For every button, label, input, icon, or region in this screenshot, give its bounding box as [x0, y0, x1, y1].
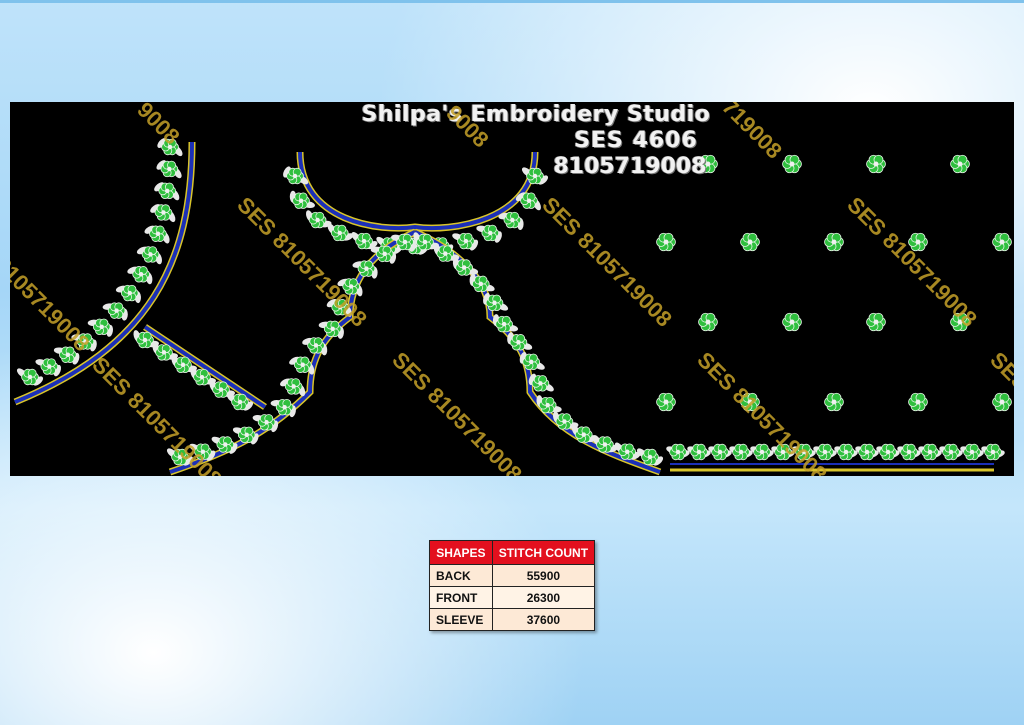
flower-motif	[520, 192, 538, 209]
flower-motif	[908, 392, 928, 412]
flower-motif	[457, 232, 475, 250]
flower-motif	[879, 443, 897, 461]
flower-motif	[155, 344, 173, 361]
flower-motif	[921, 443, 939, 461]
flower-motif	[455, 259, 473, 276]
flower-motif	[531, 375, 550, 392]
flower-motif	[21, 368, 39, 386]
flower-motif	[711, 443, 729, 461]
table-row: BACK 55900	[429, 564, 596, 587]
flower-motif	[481, 224, 500, 242]
flower-motif	[732, 443, 750, 461]
flower-motif	[963, 443, 981, 461]
flower-motif	[900, 443, 918, 461]
flower-motif	[782, 312, 802, 332]
flower-motif	[950, 154, 970, 174]
flower-motif	[237, 426, 256, 444]
flower-motif	[858, 443, 876, 461]
flower-motif	[669, 443, 687, 461]
flower-motif	[257, 414, 276, 431]
table-row: FRONT 26300	[429, 586, 596, 609]
flower-motif	[503, 211, 522, 229]
flower-motif	[984, 443, 1002, 461]
flower-motif	[120, 284, 139, 302]
flower-motif	[824, 232, 844, 252]
flower-motif	[618, 443, 637, 460]
flower-motif	[436, 245, 455, 262]
shapes-column-header: SHAPES	[429, 540, 493, 565]
flower-motif	[522, 353, 541, 371]
flower-motif	[509, 334, 528, 351]
flower-motif	[992, 232, 1012, 252]
flower-motif	[416, 233, 434, 251]
design-code: SES 4606	[574, 128, 698, 153]
flower-motif	[538, 396, 557, 414]
flower-motif	[136, 331, 154, 349]
stitch-count-column-header: STITCH COUNT	[491, 540, 596, 565]
table-header-row: SHAPES STITCH COUNT	[429, 540, 596, 565]
flower-motif	[231, 393, 249, 411]
flower-motif	[132, 266, 150, 283]
flower-motif	[357, 260, 376, 277]
flower-motif	[472, 275, 490, 293]
flower-motif	[485, 294, 504, 312]
flower-motif	[992, 392, 1012, 412]
flower-motif	[942, 443, 960, 461]
flower-motif	[656, 392, 676, 412]
flower-motif	[495, 315, 513, 333]
flower-motif	[307, 337, 325, 354]
top-border	[0, 0, 1024, 3]
flower-motif	[555, 413, 574, 430]
flower-motif	[149, 225, 167, 242]
flower-motif	[375, 245, 394, 263]
flower-motif	[656, 232, 676, 252]
flower-motif	[284, 378, 303, 395]
stitch-count-value: 55900	[491, 564, 596, 587]
flower-motif	[753, 443, 771, 461]
flower-motif	[690, 443, 708, 461]
flower-motif	[308, 211, 327, 229]
flower-motif	[330, 224, 349, 242]
shape-name: FRONT	[429, 586, 493, 609]
flower-motif	[107, 302, 126, 319]
flower-motif	[698, 312, 718, 332]
flower-motif	[174, 356, 192, 374]
flower-motif	[275, 399, 294, 416]
flower-motif	[740, 232, 760, 252]
flower-motif	[641, 448, 659, 466]
flower-motif	[292, 192, 310, 209]
flower-motif	[154, 204, 173, 221]
flower-motif	[40, 358, 59, 375]
shape-name: SLEEVE	[429, 608, 493, 631]
flower-motif	[160, 160, 179, 178]
flower-motif	[212, 381, 230, 398]
table-row: SLEEVE 37600	[429, 608, 596, 631]
stitch-count-value: 26300	[491, 586, 596, 609]
flower-motif	[216, 436, 235, 453]
flower-motif	[158, 182, 177, 200]
flower-motif	[837, 443, 855, 461]
flower-motif	[193, 368, 211, 386]
stitch-count-value: 37600	[491, 608, 596, 631]
flower-motif	[396, 233, 414, 251]
flower-motif	[141, 246, 160, 263]
flower-motif	[293, 356, 312, 373]
flower-motif	[355, 232, 373, 250]
flower-motif	[824, 392, 844, 412]
stitch-count-table: SHAPES STITCH COUNT BACK 55900 FRONT 263…	[429, 540, 596, 631]
studio-phone: 8105719008	[553, 154, 707, 179]
flower-motif	[323, 320, 342, 338]
flower-motif	[596, 436, 614, 453]
flower-motif	[92, 318, 111, 336]
flower-motif	[286, 167, 304, 185]
shape-name: BACK	[429, 564, 493, 587]
flower-motif	[574, 426, 593, 443]
embroidery-design-panel: Shilpa's Embroidery Studio SES 4606 8105…	[10, 102, 1014, 476]
flower-motif	[866, 312, 886, 332]
